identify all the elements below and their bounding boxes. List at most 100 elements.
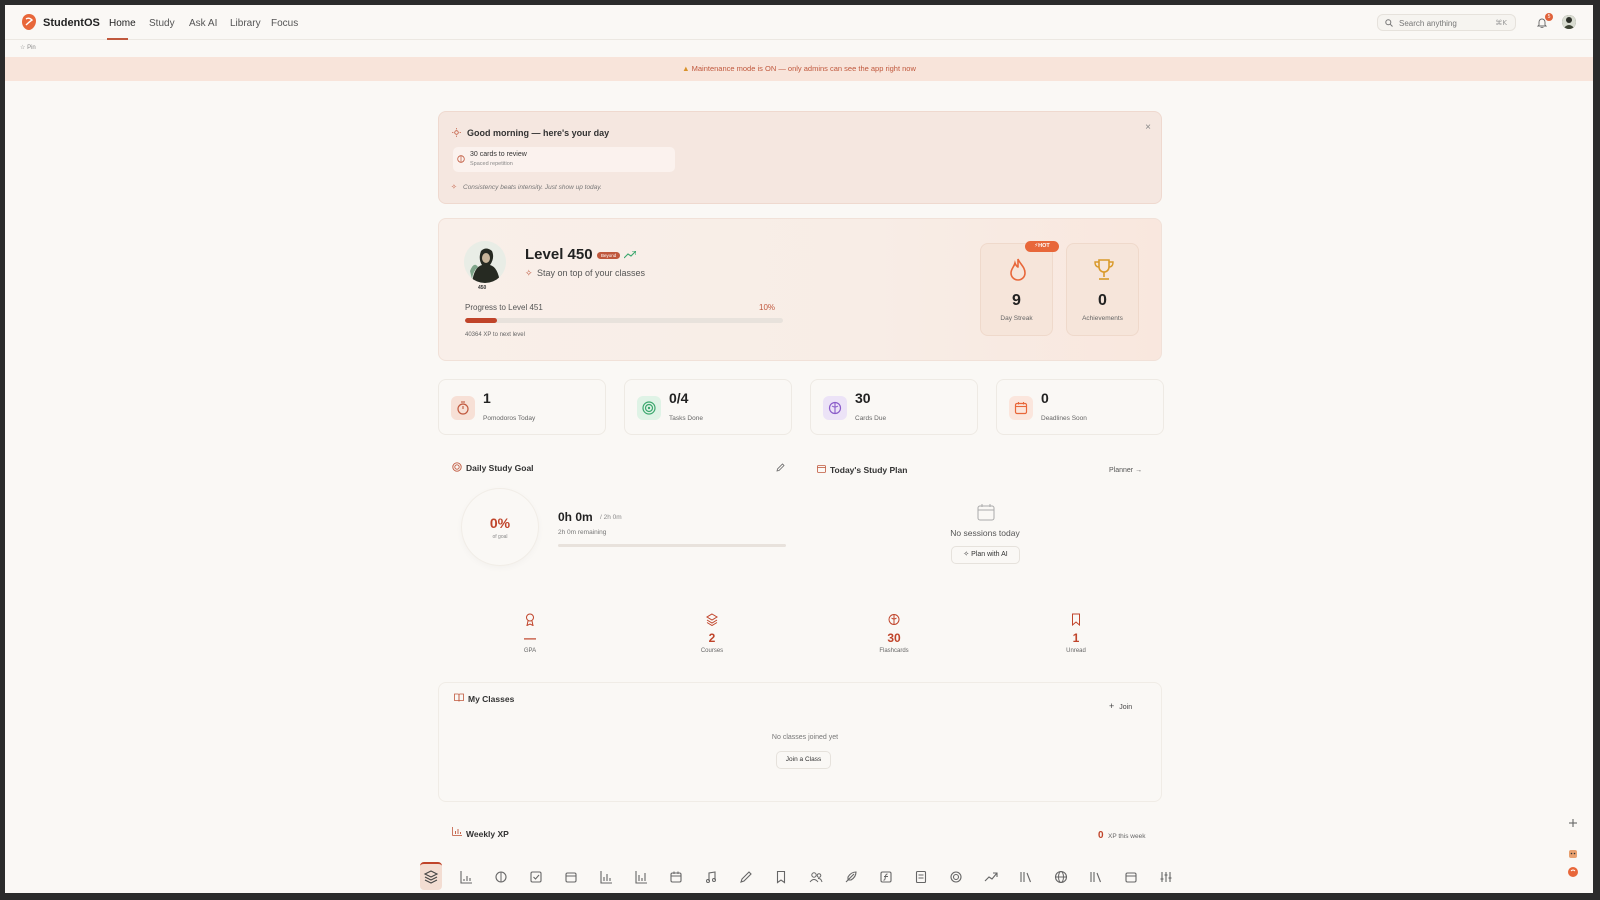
star-icon: ☆ (20, 45, 26, 51)
timer-icon (451, 396, 475, 420)
sparkle-icon: ✧ (963, 551, 970, 558)
pin-button[interactable]: ☆ Pin (20, 44, 36, 51)
level-progress-bar (465, 318, 783, 323)
dock-bar-chart-icon[interactable] (458, 869, 474, 885)
plus-icon: + (1109, 701, 1115, 711)
search-icon (1385, 19, 1393, 27)
nav-study[interactable]: Study (149, 18, 175, 29)
level-subtitle: Stay on top of your classes (537, 268, 646, 278)
dock-pen-icon[interactable] (738, 869, 754, 885)
plan-with-ai-button[interactable]: ✧ Plan with AI (951, 546, 1020, 564)
warning-icon: ▲ (682, 64, 690, 73)
pomodoros-label: Pomodoros Today (483, 415, 536, 422)
search-shortcut: ⌘K (1495, 19, 1507, 27)
deadlines-card[interactable]: 0 Deadlines Soon (996, 379, 1164, 435)
review-subtitle: Spaced repetition (470, 161, 513, 167)
target-icon (452, 462, 462, 472)
maintenance-text: Maintenance mode is ON — only admins can… (691, 64, 916, 73)
dock-planner-icon[interactable] (1123, 869, 1139, 885)
search-input[interactable]: Search anything ⌘K (1377, 14, 1516, 31)
tasks-value: 0/4 (669, 390, 689, 406)
cards-due-card[interactable]: 30 Cards Due (810, 379, 978, 435)
flashcards-value: 30 (887, 631, 901, 645)
dock-books-icon[interactable] (1088, 869, 1104, 885)
edit-pencil-icon[interactable] (776, 463, 785, 472)
nav-focus[interactable]: Focus (271, 18, 298, 29)
dock-analytics-icon[interactable] (633, 869, 649, 885)
user-avatar[interactable] (1562, 15, 1576, 29)
dock-globe-icon[interactable] (1053, 869, 1069, 885)
streak-tile[interactable]: 9 Day Streak (980, 243, 1053, 336)
dock-sliders-icon[interactable] (1158, 869, 1174, 885)
plus-icon[interactable] (1566, 816, 1580, 830)
nav-home[interactable]: Home (109, 18, 136, 29)
no-classes-text: No classes joined yet (771, 734, 839, 741)
bookmark-icon (1072, 613, 1080, 626)
no-sessions-text: No sessions today (950, 528, 1020, 538)
goal-progress-bar (558, 544, 786, 547)
dock-brain-icon[interactable] (493, 869, 509, 885)
cards-due-value: 30 (855, 390, 871, 406)
dock-music-icon[interactable] (703, 869, 719, 885)
dock-calendar-icon[interactable] (563, 869, 579, 885)
logo-icon[interactable] (22, 14, 36, 30)
avatar-level-number: 450 (478, 285, 487, 291)
layers-icon (706, 613, 718, 626)
courses-value: 2 (708, 631, 716, 645)
xp-to-next: 40364 XP to next level (465, 332, 525, 338)
greeting-card: Good morning — here's your day × 30 card… (438, 111, 1162, 204)
brand-name[interactable]: StudentOS (43, 17, 100, 29)
dock-target-icon[interactable] (948, 869, 964, 885)
active-tab-indicator (107, 38, 128, 40)
level-progress-fill (465, 318, 497, 323)
dock-formula-icon[interactable] (878, 869, 894, 885)
app-window: StudentOS Home Study Ask AI Library Focu… (5, 5, 1593, 893)
tasks-card[interactable]: 0/4 Tasks Done (624, 379, 792, 435)
join-a-class-button[interactable]: Join a Class (776, 751, 831, 769)
dock-users-icon[interactable] (808, 869, 824, 885)
planner-link[interactable]: Planner → (1109, 467, 1142, 474)
progress-percent: 10% (759, 303, 776, 312)
dock-notes-icon[interactable] (913, 869, 929, 885)
sparkle-icon: ✧ (525, 268, 533, 278)
dock-layers-icon[interactable] (423, 869, 439, 885)
level-card: 450 Level 450 Beyond ✧ Stay on top of yo… (438, 218, 1162, 361)
weekly-xp-title: Weekly XP (466, 829, 509, 839)
notification-badge: 5 (1545, 13, 1553, 21)
sparkle-icon: ✧ (451, 184, 457, 191)
deadlines-value: 0 (1041, 390, 1049, 406)
level-avatar[interactable] (464, 241, 506, 283)
achievements-label: Achievements (1082, 315, 1123, 322)
dock-bookmark-icon[interactable] (773, 869, 789, 885)
streak-label: Day Streak (1000, 315, 1033, 322)
pin-label: Pin (27, 45, 36, 51)
weekly-xp-label: XP this week (1108, 833, 1146, 840)
dock-feather-icon[interactable] (843, 869, 859, 885)
nav-ask-ai[interactable]: Ask AI (189, 18, 217, 29)
dock-stats-icon[interactable] (598, 869, 614, 885)
join-button[interactable]: + Join (1109, 701, 1132, 711)
goal-of-label: of goal (492, 534, 508, 540)
mascot-icon[interactable] (1566, 846, 1580, 860)
level-badge: Beyond (597, 252, 621, 259)
dock-checkbox-icon[interactable] (528, 869, 544, 885)
dock-trending-icon[interactable] (983, 869, 999, 885)
nav-library[interactable]: Library (230, 18, 261, 29)
review-reminder[interactable]: 30 cards to review Spaced repetition (453, 147, 675, 172)
my-classes-title: My Classes (468, 694, 515, 704)
bar-chart-icon (452, 827, 462, 836)
study-plan-title: Today's Study Plan (830, 465, 908, 475)
pomodoros-card[interactable]: 1 Pomodoros Today (438, 379, 606, 435)
dock-schedule-icon[interactable] (668, 869, 684, 885)
dock-library-icon[interactable] (1018, 869, 1034, 885)
unread-label: Unread (1066, 648, 1086, 654)
hot-label: HOT (1038, 243, 1050, 249)
goal-time-studied: 0h 0m (558, 510, 593, 524)
search-placeholder: Search anything (1399, 19, 1457, 28)
achievements-tile[interactable]: 0 Achievements (1066, 243, 1139, 336)
close-button[interactable]: × (1145, 122, 1151, 133)
calendar-icon (817, 465, 826, 473)
cards-due-label: Cards Due (855, 415, 887, 422)
brain-icon (823, 396, 847, 420)
assistant-icon[interactable] (1566, 865, 1580, 879)
